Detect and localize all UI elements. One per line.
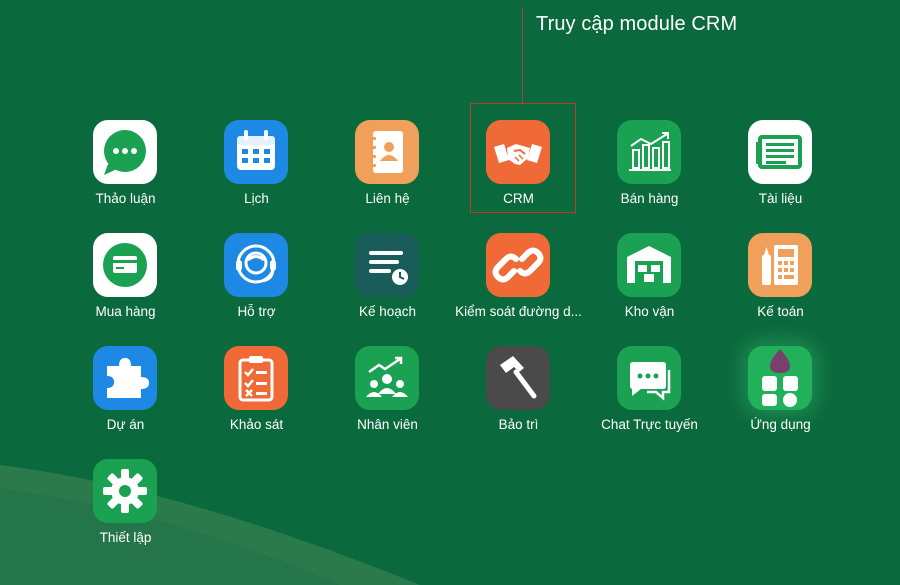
survey-clipboard-icon [224,346,288,410]
contact-book-icon [355,120,419,184]
calendar-icon [224,120,288,184]
document-icon [748,120,812,184]
app-label: Lịch [244,191,269,206]
app-label: Kiểm soát đường d... [455,304,582,319]
app-label: Mua hàng [95,304,156,319]
app-label: Kế hoạch [358,304,417,319]
app-thao-luan[interactable]: Thảo luận [60,120,191,220]
app-chat-truc-tuyen[interactable]: Chat Trực tuyến [584,346,715,446]
app-khao-sat[interactable]: Khảo sát [191,346,322,446]
app-du-an[interactable]: Dự án [60,346,191,446]
sales-chart-icon [617,120,681,184]
credit-card-icon [93,233,157,297]
accounting-icon [748,233,812,297]
gear-icon [93,459,157,523]
app-label: Liên hệ [365,191,410,206]
app-nhan-vien[interactable]: Nhân viên [322,346,453,446]
app-label: Khảo sát [229,417,284,432]
live-chat-icon [617,346,681,410]
app-label: Nhân viên [357,417,418,432]
link-icon [486,233,550,297]
app-ke-hoach[interactable]: Kế hoạch [322,233,453,333]
app-crm[interactable]: CRM [453,120,584,220]
app-label: Ứng dụng [750,417,811,432]
app-label: CRM [503,191,534,206]
app-tai-lieu[interactable]: Tài liệu [715,120,846,220]
app-label: Hỗ trợ [237,304,276,319]
apps-grid-icon [748,346,812,410]
hammer-icon [486,346,550,410]
puzzle-icon [93,346,157,410]
app-label: Kho vận [624,304,675,319]
app-bao-tri[interactable]: Bảo trì [453,346,584,446]
app-label: Bán hàng [620,191,679,206]
app-label: Tài liệu [758,191,803,206]
callout-line [522,8,523,104]
plan-list-clock-icon [355,233,419,297]
app-label: Bảo trì [498,417,539,432]
app-label: Kế toán [757,304,804,319]
chat-bubble-icon [93,120,157,184]
app-label: Thiết lập [99,530,152,545]
app-kho-van[interactable]: Kho vận [584,233,715,333]
app-lien-he[interactable]: Liên hệ [322,120,453,220]
app-ban-hang[interactable]: Bán hàng [584,120,715,220]
app-thiet-lap[interactable]: Thiết lập [60,459,191,559]
app-ke-toan[interactable]: Kế toán [715,233,846,333]
app-label: Chat Trực tuyến [601,417,698,432]
app-ung-dung[interactable]: Ứng dụng [715,346,846,446]
app-mua-hang[interactable]: Mua hàng [60,233,191,333]
app-label: Dự án [106,417,145,432]
app-grid: Thảo luận Lịch Liên hệ CRM Bán hàng Tài … [60,120,846,560]
app-label: Thảo luận [95,191,156,206]
handshake-icon [486,120,550,184]
app-kiem-soat-duong-dan[interactable]: Kiểm soát đường d... [453,233,584,333]
support-agent-icon [224,233,288,297]
app-lich[interactable]: Lịch [191,120,322,220]
callout-text: Truy cập module CRM [536,13,738,35]
employees-icon [355,346,419,410]
app-ho-tro[interactable]: Hỗ trợ [191,233,322,333]
warehouse-icon [617,233,681,297]
